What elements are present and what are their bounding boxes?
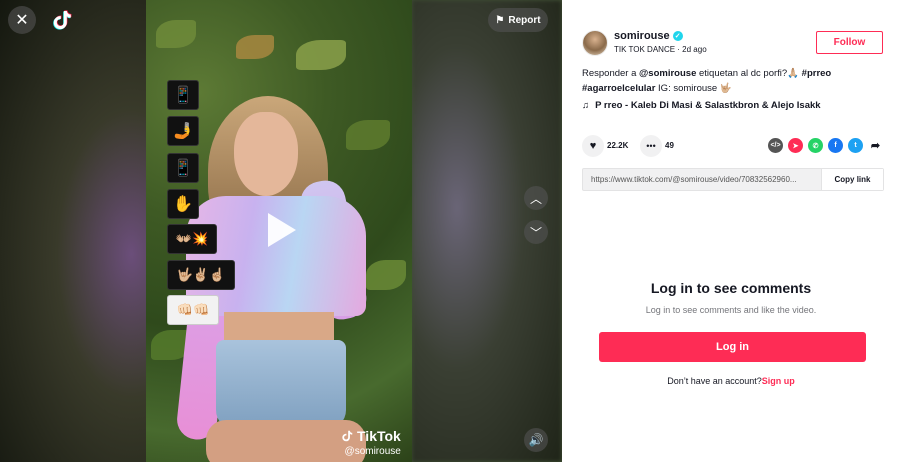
comment-button[interactable]: ••• bbox=[640, 135, 662, 157]
person-shorts bbox=[216, 340, 346, 430]
caption-text: etiquetan al dc porfi?🙏🏼 bbox=[696, 68, 802, 79]
like-button[interactable]: ♥ bbox=[582, 135, 604, 157]
verified-icon: ✓ bbox=[672, 31, 683, 41]
tiktok-icon bbox=[53, 10, 72, 30]
volume-button[interactable]: 🔊 bbox=[524, 428, 548, 452]
watermark-handle: @somirouse bbox=[344, 446, 401, 457]
share-arrow-icon[interactable]: ➦ bbox=[868, 138, 883, 153]
share-link-box: https://www.tiktok.com/@somirouse/video/… bbox=[582, 168, 884, 191]
music-title[interactable]: P rreo - Kaleb Di Masi & Salastkbron & A… bbox=[595, 100, 820, 111]
login-prompt-subtitle: Log in to see comments and like the vide… bbox=[645, 305, 817, 315]
video-player[interactable]: 📱 🤳 📱 ✋ 👐🏼💥 🤟🏼✌🏼☝🏼 👊🏻👊🏻 TikTok @somirous… bbox=[0, 0, 562, 462]
tiktok-watermark: TikTok @somirouse bbox=[340, 428, 401, 457]
hashtag-link[interactable]: #prreo bbox=[802, 68, 832, 79]
hashtag-link[interactable]: #agarroelcelular bbox=[582, 83, 655, 94]
send-to-friends-icon[interactable]: ➤ bbox=[788, 138, 803, 153]
foliage bbox=[236, 35, 274, 59]
copy-link-button[interactable]: Copy link bbox=[821, 169, 883, 190]
overlay-emoji: 📱 bbox=[167, 80, 199, 110]
like-count: 22.2K bbox=[607, 141, 629, 150]
music-note-icon: ♫ bbox=[582, 100, 590, 111]
foliage bbox=[156, 20, 196, 48]
foliage bbox=[366, 260, 406, 290]
twitter-icon[interactable]: t bbox=[848, 138, 863, 153]
author-username-row[interactable]: somirouse ✓ bbox=[614, 30, 683, 42]
overlay-emoji: 🤳 bbox=[167, 116, 199, 146]
embed-icon[interactable]: </> bbox=[768, 138, 783, 153]
signup-prompt: Don’t have an account?Sign up bbox=[562, 376, 900, 386]
foliage bbox=[346, 120, 390, 150]
chevron-up-icon: ︿ bbox=[529, 191, 542, 206]
login-prompt-title: Log in to see comments bbox=[650, 280, 812, 296]
tiktok-logo[interactable] bbox=[50, 8, 74, 32]
whatsapp-icon[interactable]: ✆ bbox=[808, 138, 823, 153]
caption-suffix: IG: somirouse 🤟🏼 bbox=[655, 83, 732, 94]
comment-count: 49 bbox=[665, 141, 674, 150]
speaker-icon: 🔊 bbox=[528, 433, 544, 447]
share-link-text[interactable]: https://www.tiktok.com/@somirouse/video/… bbox=[583, 169, 821, 190]
report-button[interactable]: ⚑ Report bbox=[488, 8, 548, 32]
previous-video-button[interactable]: ︿ bbox=[524, 186, 548, 210]
next-video-button[interactable]: ﹀ bbox=[524, 220, 548, 244]
watermark-brand-label: TikTok bbox=[357, 428, 401, 444]
close-icon: ✕ bbox=[15, 12, 29, 29]
author-display-name: TIK TOK DANCE bbox=[614, 45, 676, 54]
comment-icon: ••• bbox=[646, 141, 656, 151]
author-username[interactable]: somirouse bbox=[614, 30, 670, 42]
video-details-panel: somirouse ✓ TIK TOK DANCE · 2d ago Follo… bbox=[562, 0, 900, 462]
signup-link[interactable]: Sign up bbox=[762, 376, 795, 386]
watermark-brand: TikTok bbox=[340, 428, 401, 444]
video-caption: Responder a @somirouse etiquetan al dc p… bbox=[582, 66, 882, 96]
overlay-emoji: 👊🏻👊🏻 bbox=[167, 295, 219, 325]
caption-prefix: Responder a bbox=[582, 68, 640, 79]
close-button[interactable]: ✕ bbox=[8, 6, 36, 34]
avatar[interactable] bbox=[582, 30, 608, 56]
overlay-emoji: ✋ bbox=[167, 189, 199, 219]
facebook-icon[interactable]: f bbox=[828, 138, 843, 153]
overlay-emoji: 👐🏼💥 bbox=[167, 224, 217, 254]
login-button[interactable]: Log in bbox=[599, 332, 866, 362]
video-blur-background-left bbox=[0, 0, 146, 462]
no-account-text: Don’t have an account? bbox=[667, 376, 762, 386]
music-link[interactable]: ♫ P rreo - Kaleb Di Masi & Salastkbron &… bbox=[582, 100, 821, 111]
chevron-down-icon: ﹀ bbox=[529, 225, 542, 240]
play-icon[interactable] bbox=[268, 213, 296, 247]
caption-mention[interactable]: @somirouse bbox=[639, 68, 696, 79]
author-subtitle: TIK TOK DANCE · 2d ago bbox=[614, 45, 707, 54]
person-face bbox=[234, 112, 298, 196]
overlay-emoji: 🤟🏼✌🏼☝🏼 bbox=[167, 260, 235, 290]
heart-icon: ♥ bbox=[589, 140, 597, 152]
flag-icon: ⚑ bbox=[495, 14, 505, 26]
overlay-emoji: 📱 bbox=[167, 153, 199, 183]
report-label: Report bbox=[508, 14, 541, 26]
foliage bbox=[296, 40, 346, 70]
post-time: 2d ago bbox=[682, 45, 707, 54]
tiktok-icon bbox=[342, 430, 353, 442]
follow-button[interactable]: Follow bbox=[816, 31, 883, 54]
